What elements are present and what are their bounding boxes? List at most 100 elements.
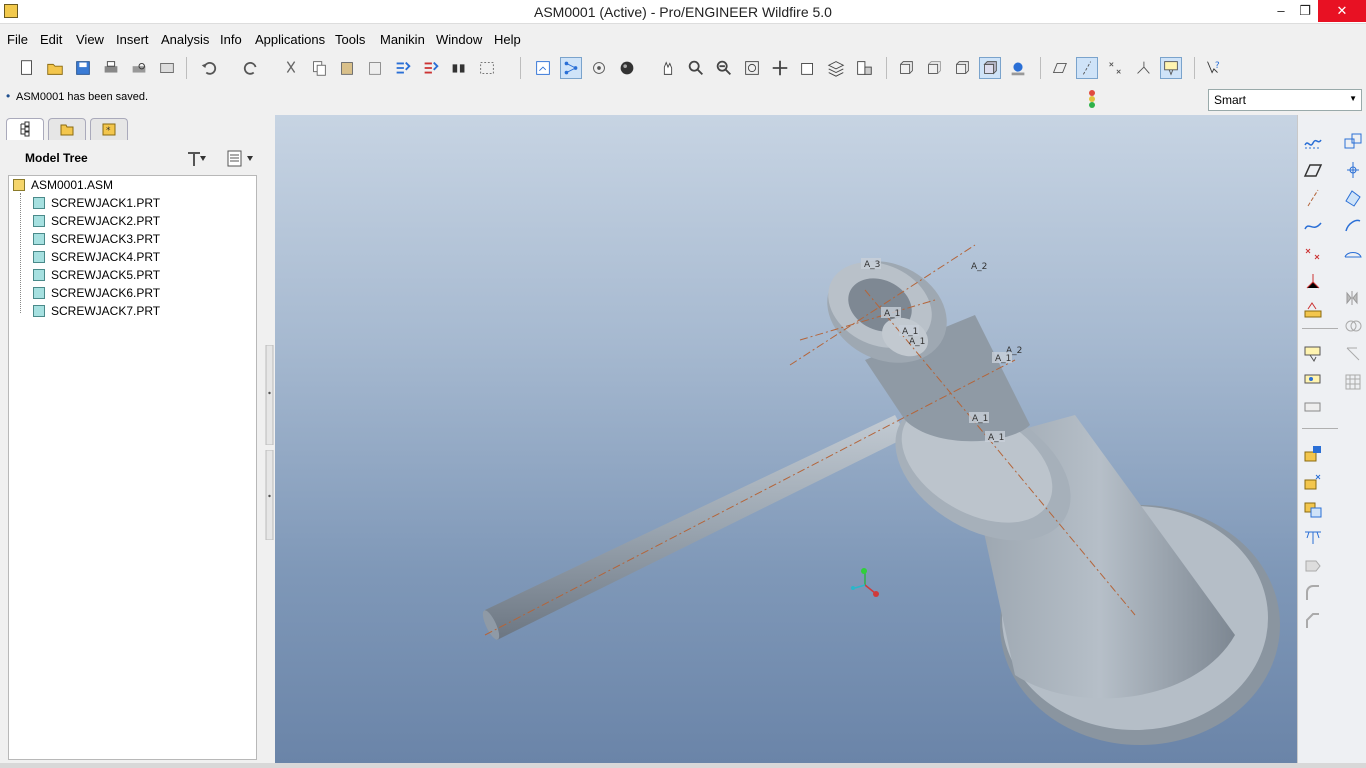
layers-icon[interactable] bbox=[825, 57, 847, 79]
pan-hand-icon[interactable] bbox=[657, 57, 679, 79]
sketch-icon[interactable] bbox=[1302, 131, 1324, 153]
paste-icon[interactable] bbox=[336, 57, 358, 79]
wireframe-icon[interactable] bbox=[895, 57, 917, 79]
coordinate-system-icon[interactable] bbox=[1302, 271, 1324, 293]
panel-splitter[interactable] bbox=[265, 345, 274, 445]
favorites-icon: * bbox=[102, 123, 116, 136]
datum-point-icon[interactable] bbox=[1302, 243, 1324, 265]
round-icon[interactable] bbox=[1302, 583, 1324, 605]
graphics-window[interactable]: A_3 A_2 A_1 A_1 A_1 A_2 A_1 A_1 A_1 bbox=[275, 115, 1297, 766]
saved-views-icon[interactable] bbox=[797, 57, 819, 79]
assemble-component-icon[interactable] bbox=[1302, 443, 1324, 465]
hole-icon[interactable] bbox=[1302, 555, 1324, 577]
orient-mode-icon[interactable] bbox=[588, 57, 610, 79]
close-button[interactable]: ✕ bbox=[1318, 0, 1366, 22]
find-icon[interactable] bbox=[448, 57, 470, 79]
extrude-icon[interactable] bbox=[1342, 187, 1364, 209]
annotation-edit-icon[interactable] bbox=[1302, 371, 1324, 393]
tree-connector-line bbox=[20, 193, 21, 313]
part-icon bbox=[33, 305, 45, 317]
menu-tools[interactable]: Tools bbox=[335, 32, 365, 47]
menu-analysis[interactable]: Analysis bbox=[161, 32, 209, 47]
select-box-icon[interactable] bbox=[476, 57, 498, 79]
new-file-icon[interactable] bbox=[16, 57, 38, 79]
tab-favorites[interactable]: * bbox=[90, 118, 128, 140]
menu-applications[interactable]: Applications bbox=[255, 32, 325, 47]
view-manager-icon[interactable] bbox=[853, 57, 875, 79]
annotation-feature-icon[interactable] bbox=[1302, 343, 1324, 365]
title-bar: ASM0001 (Active) - Pro/ENGINEER Wildfire… bbox=[0, 0, 1366, 24]
create-part-icon[interactable] bbox=[1302, 471, 1324, 493]
menu-manikin[interactable]: Manikin bbox=[380, 32, 425, 47]
open-folder-icon[interactable] bbox=[44, 57, 66, 79]
mirror-icon[interactable] bbox=[1342, 287, 1364, 309]
screw-jack-model[interactable]: A_3 A_2 A_1 A_1 A_1 A_2 A_1 A_1 A_1 bbox=[275, 115, 1297, 766]
datum-points-icon[interactable] bbox=[1104, 57, 1126, 79]
datum-plane-icon[interactable] bbox=[1302, 159, 1324, 181]
component-assemble-icon[interactable] bbox=[1342, 131, 1364, 153]
spin-center-icon[interactable] bbox=[560, 57, 582, 79]
redo-icon[interactable] bbox=[240, 57, 262, 79]
menu-view[interactable]: View bbox=[76, 32, 104, 47]
save-icon[interactable] bbox=[72, 57, 94, 79]
assembly-icon bbox=[13, 179, 25, 191]
tab-folder-browser[interactable] bbox=[48, 118, 86, 140]
context-help-icon[interactable]: ? bbox=[1202, 57, 1224, 79]
analysis-feature-icon[interactable] bbox=[1302, 299, 1324, 321]
coordinate-systems-icon[interactable] bbox=[1132, 57, 1154, 79]
settings-list-icon[interactable] bbox=[225, 148, 257, 170]
datum-axes-icon[interactable] bbox=[1076, 57, 1098, 79]
appearance-sphere-icon[interactable] bbox=[616, 57, 638, 79]
no-hidden-icon[interactable] bbox=[951, 57, 973, 79]
merge-icon[interactable] bbox=[1342, 315, 1364, 337]
print-icon[interactable] bbox=[100, 57, 122, 79]
create-component-icon[interactable] bbox=[1342, 159, 1364, 181]
enhanced-realism-icon[interactable] bbox=[1007, 57, 1029, 79]
print-preview-icon[interactable] bbox=[128, 57, 150, 79]
coordinate-triad-icon bbox=[851, 568, 879, 597]
toolbar-separator bbox=[886, 57, 887, 79]
message-bullet: • bbox=[6, 89, 11, 103]
panel-splitter-handle[interactable] bbox=[265, 450, 274, 540]
tab-model-tree[interactable] bbox=[6, 118, 44, 140]
undo-icon[interactable] bbox=[198, 57, 220, 79]
copy-icon[interactable] bbox=[308, 57, 330, 79]
shading-icon[interactable] bbox=[979, 57, 1001, 79]
selection-filter-dropdown[interactable]: Smart ▼ bbox=[1208, 89, 1362, 111]
trim-icon[interactable] bbox=[1342, 343, 1364, 365]
revolve-icon[interactable] bbox=[1342, 215, 1364, 237]
reorient-icon[interactable] bbox=[769, 57, 791, 79]
datum-curve-icon[interactable] bbox=[1302, 215, 1324, 237]
pattern-icon[interactable] bbox=[1342, 371, 1364, 393]
menu-window[interactable]: Window bbox=[436, 32, 482, 47]
axis-label-a1: A_1 bbox=[972, 414, 988, 424]
menu-help[interactable]: Help bbox=[494, 32, 521, 47]
cut-icon[interactable] bbox=[280, 57, 302, 79]
tree-tools-icon[interactable] bbox=[185, 148, 217, 170]
menu-insert[interactable]: Insert bbox=[116, 32, 149, 47]
datum-axis-icon[interactable] bbox=[1302, 187, 1324, 209]
send-mail-icon[interactable] bbox=[156, 57, 178, 79]
menu-edit[interactable]: Edit bbox=[40, 32, 62, 47]
zoom-in-icon[interactable] bbox=[685, 57, 707, 79]
sweep-icon[interactable] bbox=[1342, 243, 1364, 265]
feature-toolbar bbox=[1297, 115, 1366, 766]
package-component-icon[interactable] bbox=[1302, 499, 1324, 521]
cut-feature-icon[interactable] bbox=[1302, 527, 1324, 549]
menu-info[interactable]: Info bbox=[220, 32, 242, 47]
zoom-out-icon[interactable] bbox=[713, 57, 735, 79]
regenerate-icon[interactable] bbox=[392, 57, 414, 79]
part-icon bbox=[33, 215, 45, 227]
datum-planes-icon[interactable] bbox=[1048, 57, 1070, 79]
paste-special-icon[interactable] bbox=[364, 57, 386, 79]
regen-manager-icon[interactable] bbox=[420, 57, 442, 79]
maximize-button[interactable]: ❐ bbox=[1290, 0, 1320, 22]
hidden-line-icon[interactable] bbox=[923, 57, 945, 79]
toolbar-separator bbox=[186, 57, 187, 79]
annotation-move-icon[interactable] bbox=[1302, 399, 1324, 421]
repaint-icon[interactable] bbox=[532, 57, 554, 79]
annotations-icon[interactable] bbox=[1160, 57, 1182, 79]
chamfer-icon[interactable] bbox=[1302, 611, 1324, 633]
refit-icon[interactable] bbox=[741, 57, 763, 79]
menu-file[interactable]: File bbox=[7, 32, 28, 47]
